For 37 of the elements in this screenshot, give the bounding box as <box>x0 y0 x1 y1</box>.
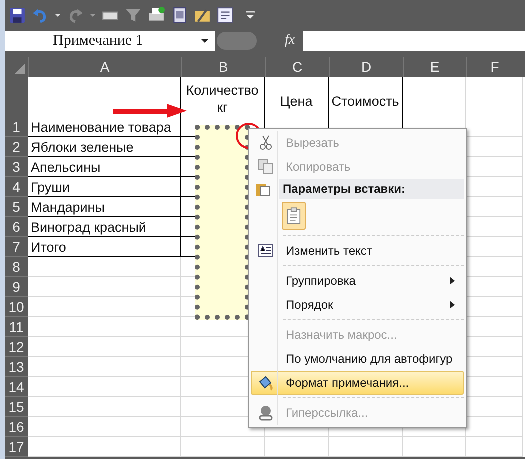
name-box[interactable]: Примечание 1 <box>5 31 215 51</box>
table-cell: Итого <box>28 237 181 257</box>
row-header[interactable]: 4 <box>5 177 28 197</box>
row-header[interactable]: 1 <box>5 77 28 137</box>
menu-item[interactable]: Порядок <box>251 293 464 317</box>
row-header[interactable]: 11 <box>5 317 28 337</box>
row-header[interactable]: 9 <box>5 277 28 297</box>
table-cell: Груши <box>28 177 181 197</box>
column-header[interactable]: E <box>403 57 466 77</box>
row-header[interactable]: 13 <box>5 357 28 377</box>
row-header[interactable]: 14 <box>5 377 28 397</box>
menu-item[interactable]: Группировка <box>251 269 464 293</box>
function-label[interactable]: fx <box>285 33 296 49</box>
column-header[interactable]: F <box>466 57 523 77</box>
table-cell: Яблоки зеленые <box>28 137 181 157</box>
menu-item[interactable]: Изменить текст <box>251 239 464 263</box>
row-header[interactable]: 6 <box>5 217 28 237</box>
column-header[interactable]: C <box>265 57 329 77</box>
column-header[interactable]: B <box>181 57 265 77</box>
menu-item[interactable]: По умолчанию для автофигур <box>251 347 464 371</box>
row-header[interactable]: 7 <box>5 237 28 257</box>
row-header[interactable]: 12 <box>5 337 28 357</box>
table-cell: Виноград красный <box>28 217 181 237</box>
table-cell: Мандарины <box>28 197 181 217</box>
row-header[interactable]: 16 <box>5 417 28 437</box>
row-header[interactable]: 17 <box>5 437 28 457</box>
column-header[interactable]: A <box>28 57 181 77</box>
row-header[interactable]: 2 <box>5 137 28 157</box>
table-cell: Апельсины <box>28 157 181 177</box>
row-header[interactable]: 15 <box>5 397 28 417</box>
row-header[interactable]: 5 <box>5 197 28 217</box>
row-header[interactable]: 8 <box>5 257 28 277</box>
row-header[interactable]: 10 <box>5 297 28 317</box>
menu-item[interactable]: Формат примечания... <box>251 371 464 395</box>
menu-header: Параметры вставки: <box>279 179 464 199</box>
column-header[interactable]: D <box>329 57 403 77</box>
row-header[interactable]: 3 <box>5 157 28 177</box>
